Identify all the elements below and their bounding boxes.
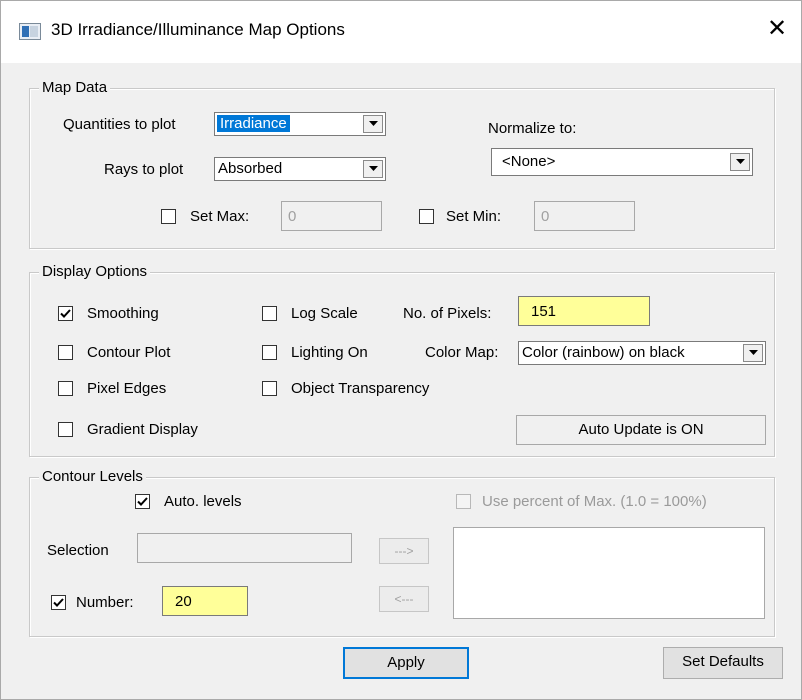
levels-listbox[interactable] (453, 527, 765, 619)
number-value: 20 (175, 593, 192, 610)
pixel-edges-checkbox[interactable] (58, 381, 73, 396)
close-icon[interactable]: ✕ (767, 15, 787, 43)
chevron-down-icon[interactable] (363, 160, 383, 178)
lighting-on-label: Lighting On (291, 344, 368, 361)
number-checkbox[interactable] (51, 595, 66, 610)
set-defaults-button[interactable]: Set Defaults (663, 647, 783, 679)
chevron-down-icon[interactable] (743, 344, 763, 362)
auto-levels-label: Auto. levels (164, 493, 242, 510)
pixels-label: No. of Pixels: (403, 305, 492, 322)
smoothing-label: Smoothing (87, 305, 159, 322)
app-icon (19, 23, 41, 40)
chevron-down-icon[interactable] (363, 115, 383, 133)
selection-label: Selection (47, 542, 109, 559)
rays-dropdown[interactable]: Absorbed (214, 157, 386, 181)
number-label: Number: (76, 594, 134, 611)
use-percent-checkbox[interactable] (456, 494, 471, 509)
apply-button[interactable]: Apply (343, 647, 469, 679)
contour-plot-label: Contour Plot (87, 344, 171, 361)
dialog-window: 3D Irradiance/Illuminance Map Options ✕ … (0, 0, 802, 700)
add-level-button[interactable]: ---> (379, 538, 429, 564)
contour-plot-checkbox[interactable] (58, 345, 73, 360)
contour-levels-legend: Contour Levels (39, 468, 146, 485)
color-map-dropdown[interactable]: Color (rainbow) on black (518, 341, 766, 365)
normalize-label: Normalize to: (488, 120, 577, 137)
chevron-down-icon[interactable] (730, 153, 750, 171)
selection-input[interactable] (137, 533, 352, 563)
quantities-value: Irradiance (217, 115, 290, 132)
set-min-label: Set Min: (446, 208, 502, 225)
color-map-label: Color Map: (425, 344, 499, 361)
log-scale-label: Log Scale (291, 305, 358, 322)
set-max-value: 0 (288, 208, 297, 225)
remove-level-button[interactable]: <--- (379, 586, 429, 612)
set-max-checkbox[interactable] (161, 209, 176, 224)
normalize-value: <None> (502, 153, 556, 170)
rays-value: Absorbed (218, 160, 283, 177)
pixel-edges-label: Pixel Edges (87, 380, 167, 397)
color-map-value: Color (rainbow) on black (522, 344, 685, 361)
set-max-input[interactable]: 0 (281, 201, 382, 231)
set-max-label: Set Max: (190, 208, 250, 225)
gradient-display-checkbox[interactable] (58, 422, 73, 437)
checkmark-icon (60, 309, 71, 318)
lighting-on-checkbox[interactable] (262, 345, 277, 360)
checkmark-icon (53, 598, 64, 607)
display-options-legend: Display Options (39, 263, 151, 280)
quantities-dropdown[interactable]: Irradiance (214, 112, 386, 136)
pixels-input[interactable]: 151 (518, 296, 650, 326)
auto-levels-checkbox[interactable] (135, 494, 150, 509)
set-min-checkbox[interactable] (419, 209, 434, 224)
pixels-value: 151 (531, 303, 557, 320)
set-min-input[interactable]: 0 (534, 201, 635, 231)
smoothing-checkbox[interactable] (58, 306, 73, 321)
object-transparency-checkbox[interactable] (262, 381, 277, 396)
number-input[interactable]: 20 (162, 586, 248, 616)
log-scale-checkbox[interactable] (262, 306, 277, 321)
title-bar[interactable]: 3D Irradiance/Illuminance Map Options ✕ (1, 1, 801, 63)
use-percent-label: Use percent of Max. (1.0 = 100%) (482, 493, 707, 510)
checkmark-icon (137, 497, 148, 506)
set-min-value: 0 (541, 208, 550, 225)
map-data-legend: Map Data (39, 79, 111, 96)
window-title: 3D Irradiance/Illuminance Map Options (51, 20, 345, 39)
normalize-dropdown[interactable]: <None> (491, 148, 753, 176)
rays-label: Rays to plot (104, 161, 184, 178)
quantities-label: Quantities to plot (63, 116, 176, 133)
auto-update-status: Auto Update is ON (516, 415, 766, 445)
object-transparency-label: Object Transparency (291, 380, 430, 397)
gradient-display-label: Gradient Display (87, 421, 198, 438)
